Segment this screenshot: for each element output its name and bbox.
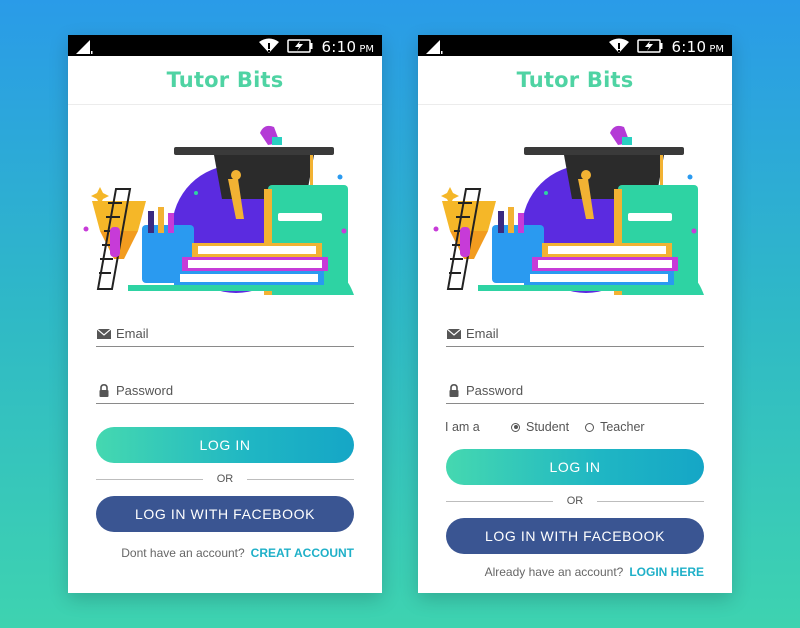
phone-role-login-screen: 6:10 PM Tutor Bits Email Password I am a… [418, 35, 732, 593]
password-placeholder: Password [466, 383, 524, 398]
wifi-icon [609, 38, 630, 53]
role-selector: I am a Student Teacher [445, 419, 705, 435]
email-field[interactable]: Email [446, 321, 704, 347]
signup-prompt: Dont have an account? CREAT ACCOUNT [121, 546, 354, 560]
envelope-icon [96, 327, 112, 341]
wifi-icon [259, 38, 280, 53]
lock-icon [446, 384, 462, 398]
or-label: OR [216, 473, 234, 485]
radio-unselected-icon [585, 422, 595, 432]
status-time: 6:10 PM [321, 37, 374, 56]
or-label: OR [566, 495, 584, 507]
login-button[interactable]: LOG IN [96, 427, 354, 463]
facebook-login-button[interactable]: LOG IN WITH FACEBOOK [96, 496, 354, 532]
divider-line [446, 500, 553, 502]
app-title: Tutor Bits [516, 68, 634, 92]
app-title: Tutor Bits [166, 68, 284, 92]
create-account-link[interactable]: CREAT ACCOUNT [251, 546, 354, 560]
login-button[interactable]: LOG IN [446, 449, 704, 485]
email-field[interactable]: Email [96, 321, 354, 347]
or-divider: OR [446, 494, 704, 508]
login-prompt: Already have an account? LOGIN HERE [485, 565, 704, 579]
signal-icon [426, 40, 443, 54]
envelope-icon [446, 327, 462, 341]
divider-line [96, 478, 203, 480]
divider-line [597, 500, 704, 502]
email-placeholder: Email [116, 326, 149, 341]
status-bar: 6:10 PM [68, 35, 382, 56]
role-student-label: Student [526, 420, 570, 434]
password-placeholder: Password [116, 383, 174, 398]
divider-line [247, 478, 354, 480]
have-account-text: Already have an account? [484, 565, 624, 579]
role-teacher-label: Teacher [600, 420, 645, 434]
status-bar: 6:10 PM [418, 35, 732, 56]
password-field[interactable]: Password [96, 378, 354, 404]
app-bar: Tutor Bits [68, 56, 382, 105]
role-label: I am a [445, 420, 480, 434]
role-student-radio[interactable]: Student [511, 420, 569, 434]
radio-selected-icon [511, 422, 520, 432]
battery-icon [637, 39, 663, 53]
role-teacher-radio[interactable]: Teacher [585, 420, 645, 434]
facebook-login-button[interactable]: LOG IN WITH FACEBOOK [446, 518, 704, 554]
login-here-link[interactable]: LOGIN HERE [629, 565, 704, 579]
lock-icon [96, 384, 112, 398]
password-field[interactable]: Password [446, 378, 704, 404]
email-placeholder: Email [466, 326, 499, 341]
no-account-text: Dont have an account? [121, 546, 245, 560]
app-bar: Tutor Bits [418, 56, 732, 105]
education-illustration [83, 125, 354, 295]
status-time: 6:10 PM [671, 37, 724, 56]
signal-icon [76, 40, 93, 54]
battery-icon [287, 39, 313, 53]
education-illustration [433, 125, 704, 295]
or-divider: OR [96, 472, 354, 486]
phone-login-screen: 6:10 PM Tutor Bits Email Password LOG IN… [68, 35, 382, 593]
